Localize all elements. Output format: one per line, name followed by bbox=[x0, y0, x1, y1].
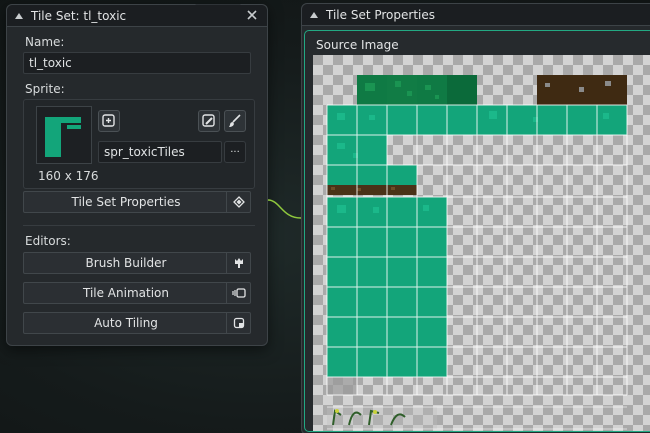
auto-tiling-button[interactable]: Auto Tiling bbox=[23, 312, 251, 334]
tile-animation-icon bbox=[226, 283, 250, 303]
tileset-panel: Tile Set: tl_toxic Name: tl_toxic Sprite… bbox=[6, 4, 268, 346]
edit-sprite-button[interactable] bbox=[224, 110, 246, 132]
editors-label: Editors: bbox=[25, 234, 71, 248]
tile-animation-button[interactable]: Tile Animation bbox=[23, 282, 251, 304]
new-sprite-button[interactable] bbox=[98, 110, 120, 132]
name-field[interactable]: tl_toxic bbox=[23, 52, 251, 74]
sprite-browse-button[interactable]: ··· bbox=[224, 141, 246, 163]
sprite-preview-icon bbox=[45, 117, 81, 157]
sprite-thumbnail[interactable] bbox=[36, 106, 92, 164]
properties-panel-title: Tile Set Properties bbox=[326, 7, 435, 22]
properties-panel-header[interactable]: Tile Set Properties bbox=[302, 4, 650, 26]
tileset-panel-title: Tile Set: tl_toxic bbox=[31, 8, 127, 23]
brush-builder-icon bbox=[226, 253, 250, 273]
sprite-name-field[interactable]: spr_toxicTiles bbox=[98, 141, 222, 163]
close-icon[interactable] bbox=[245, 8, 259, 22]
auto-tiling-label: Auto Tiling bbox=[94, 316, 158, 330]
sprite-label: Sprite: bbox=[25, 82, 65, 96]
source-image-canvas[interactable] bbox=[313, 55, 650, 431]
tile-set-properties-label: Tile Set Properties bbox=[71, 195, 181, 209]
tile-set-properties-panel: Tile Set Properties Source Image bbox=[301, 3, 650, 433]
source-image-label: Source Image bbox=[316, 38, 399, 52]
more-icon: ··· bbox=[230, 146, 240, 158]
brush-builder-label: Brush Builder bbox=[85, 256, 167, 270]
tileset-image bbox=[326, 75, 628, 430]
divider bbox=[23, 225, 255, 226]
tile-animation-label: Tile Animation bbox=[82, 286, 169, 300]
brush-builder-button[interactable]: Brush Builder bbox=[23, 252, 251, 274]
brush-icon bbox=[229, 114, 241, 127]
auto-tiling-icon bbox=[226, 313, 250, 333]
sprite-box: 160 x 176 spr_toxicTiles ··· bbox=[23, 99, 255, 189]
sprite-size: 160 x 176 bbox=[38, 169, 99, 183]
new-sprite-icon bbox=[102, 114, 115, 127]
collapse-icon[interactable] bbox=[15, 12, 23, 19]
source-image-section: Source Image bbox=[304, 30, 650, 432]
node-connector bbox=[268, 199, 302, 219]
edit-image-button[interactable] bbox=[198, 110, 220, 132]
collapse-icon[interactable] bbox=[310, 11, 318, 18]
edit-image-icon bbox=[202, 114, 215, 127]
tileset-panel-header[interactable]: Tile Set: tl_toxic bbox=[7, 5, 267, 27]
name-label: Name: bbox=[25, 35, 65, 49]
properties-icon bbox=[226, 192, 250, 212]
tile-set-properties-button[interactable]: Tile Set Properties bbox=[23, 191, 251, 213]
